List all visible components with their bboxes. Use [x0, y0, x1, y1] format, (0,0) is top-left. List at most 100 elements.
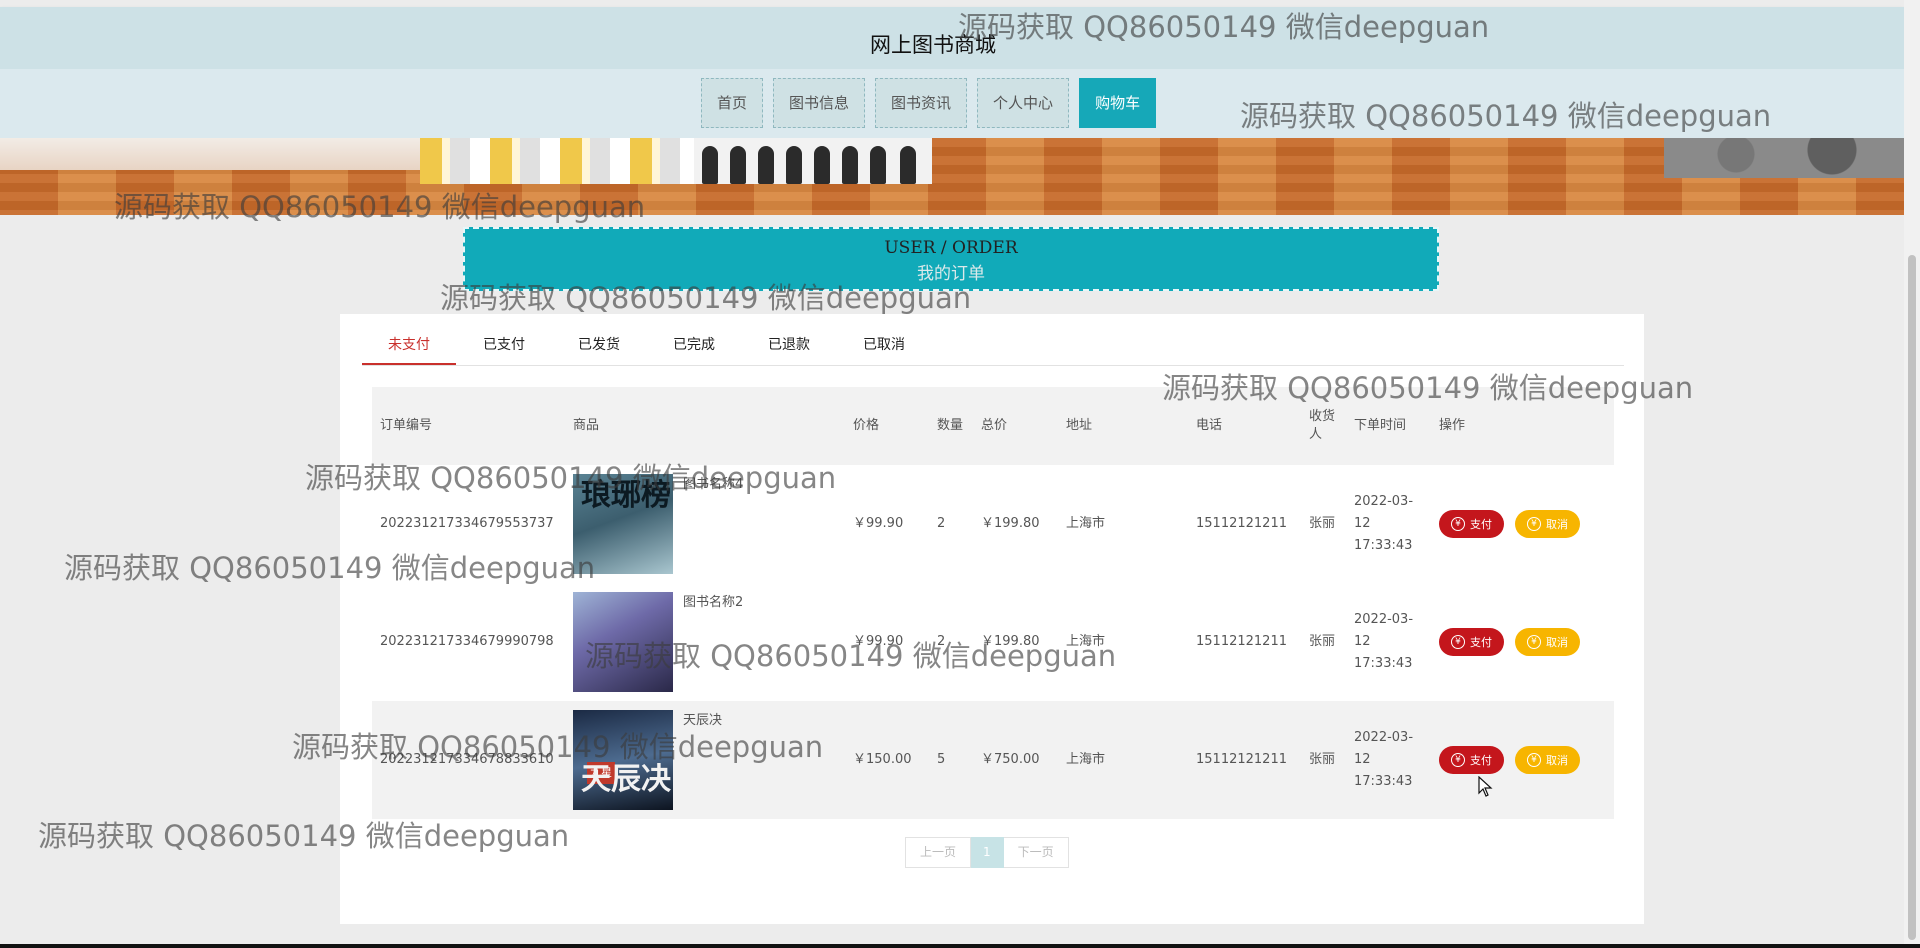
col-goods: 商品 — [565, 387, 845, 465]
receiver: 张丽 — [1301, 465, 1346, 583]
cancel-button[interactable]: ¥ 取消 — [1515, 510, 1580, 538]
pay-button-label: 支付 — [1470, 636, 1492, 649]
taskbar-edge — [0, 944, 1920, 948]
yen-icon: ¥ — [1527, 753, 1541, 767]
scrollbar-thumb[interactable] — [1908, 255, 1916, 940]
pay-button-label: 支付 — [1470, 518, 1492, 531]
rocks-image — [1664, 138, 1904, 178]
mouse-cursor-icon — [1478, 776, 1493, 797]
tab-cancelled[interactable]: 已取消 — [837, 334, 931, 364]
cancel-button[interactable]: ¥ 取消 — [1515, 746, 1580, 774]
nav-book-news[interactable]: 图书资讯 — [875, 78, 968, 128]
book-cover[interactable]: 琅琊榜 — [573, 474, 673, 574]
order-card: 未支付 已支付 已发货 已完成 已退款 已取消 订单编号 商品 价格 数量 总价… — [340, 314, 1644, 924]
address: 上海市 — [1058, 583, 1188, 701]
address: 上海市 — [1058, 701, 1188, 819]
pay-button[interactable]: ¥ 支付 — [1439, 628, 1504, 656]
tab-shipped[interactable]: 已发货 — [552, 334, 646, 364]
pay-button[interactable]: ¥ 支付 — [1439, 510, 1504, 538]
book-name: 图书名称2 — [683, 595, 744, 610]
book-cover-title: 天辰决 — [581, 762, 671, 797]
receiver: 张丽 — [1301, 583, 1346, 701]
order-time: 2022-03-12 17:33:43 — [1346, 583, 1431, 701]
order-time: 2022-03-12 17:33:43 — [1346, 465, 1431, 583]
pagination: 上一页 1 下一页 — [905, 837, 1069, 868]
book-cover[interactable] — [573, 592, 673, 692]
nav-home[interactable]: 首页 — [701, 78, 764, 128]
order-time: 2022-03-12 17:33:43 — [1346, 701, 1431, 819]
order-no: 20223121733467999079​8 — [372, 583, 565, 701]
nav-book-info[interactable]: 图书信息 — [773, 78, 866, 128]
main-nav: 首页 图书信息 图书资讯 个人中心 购物车 — [701, 78, 1157, 128]
quantity: 2 — [929, 583, 973, 701]
next-page-button[interactable]: 下一页 — [1003, 837, 1069, 868]
phone: 15112121211 — [1188, 583, 1301, 701]
books-image — [420, 138, 700, 184]
address: 上海市 — [1058, 465, 1188, 583]
price: ￥99.90 — [845, 465, 929, 583]
page-title-cn: 我的订单 — [917, 264, 985, 284]
col-time: 下单时间 — [1346, 387, 1431, 465]
yen-icon: ¥ — [1451, 635, 1465, 649]
nav-user-center[interactable]: 个人中心 — [977, 78, 1070, 128]
yen-icon: ¥ — [1527, 517, 1541, 531]
table-row: 20223121733467955373​7 琅琊榜 图书名称4 ￥99.90 … — [372, 465, 1614, 583]
page: 网上图书商城 首页 图书信息 图书资讯 个人中心 购物车 USER / ORDE… — [0, 0, 1904, 948]
table-header-row: 订单编号 商品 价格 数量 总价 地址 电话 收货人 下单时间 操作 — [372, 387, 1614, 465]
tab-completed[interactable]: 已完成 — [647, 334, 741, 364]
total: ￥199.80 — [973, 465, 1058, 583]
tab-unpaid[interactable]: 未支付 — [362, 334, 456, 365]
page-title-en: USER / ORDER — [884, 238, 1018, 258]
phone: 15112121211 — [1188, 701, 1301, 819]
book-name: 图书名称4 — [683, 477, 744, 492]
yen-icon: ¥ — [1527, 635, 1541, 649]
total: ￥199.80 — [973, 583, 1058, 701]
yen-icon: ¥ — [1451, 517, 1465, 531]
quantity: 2 — [929, 465, 973, 583]
table-row: 20223121733467999079​8 图书名称2 ￥99.90 2 ￥1… — [372, 583, 1614, 701]
page-number-current[interactable]: 1 — [971, 837, 1004, 868]
total: ￥750.00 — [973, 701, 1058, 819]
book-cover[interactable]: 九星 天辰决 — [573, 710, 673, 810]
col-total: 总价 — [973, 387, 1058, 465]
cancel-button-label: 取消 — [1546, 636, 1568, 649]
prev-page-button[interactable]: 上一页 — [905, 837, 972, 868]
col-phone: 电话 — [1188, 387, 1301, 465]
col-action: 操作 — [1431, 387, 1614, 465]
order-no: 20223121733467955373​7 — [372, 465, 565, 583]
people-image — [694, 138, 932, 184]
price: ￥99.90 — [845, 583, 929, 701]
cancel-button-label: 取消 — [1546, 754, 1568, 767]
goods-cell: 九星 天辰决 天辰决 — [573, 710, 837, 810]
goods-cell: 琅琊榜 图书名称4 — [573, 474, 837, 574]
goods-cell: 图书名称2 — [573, 592, 837, 692]
col-address: 地址 — [1058, 387, 1188, 465]
nav-cart[interactable]: 购物车 — [1079, 78, 1157, 128]
price: ￥150.00 — [845, 701, 929, 819]
col-price: 价格 — [845, 387, 929, 465]
col-order-no: 订单编号 — [372, 387, 565, 465]
cancel-button[interactable]: ¥ 取消 — [1515, 628, 1580, 656]
book-cover-title: 琅琊榜 — [581, 478, 671, 513]
top-header: 网上图书商城 — [0, 7, 1904, 69]
vertical-scrollbar[interactable] — [1904, 0, 1920, 948]
phone: 15112121211 — [1188, 465, 1301, 583]
tab-refunded[interactable]: 已退款 — [742, 334, 836, 364]
yen-icon: ¥ — [1451, 753, 1465, 767]
col-receiver: 收货人 — [1301, 387, 1346, 465]
order-status-tabs: 未支付 已支付 已发货 已完成 已退款 已取消 — [362, 314, 1624, 366]
book-name: 天辰决 — [683, 713, 723, 728]
site-title: 网上图书商城 — [870, 33, 996, 57]
col-qty: 数量 — [929, 387, 973, 465]
pay-button[interactable]: ¥ 支付 — [1439, 746, 1504, 774]
hero-banner — [0, 138, 1904, 215]
order-table: 订单编号 商品 价格 数量 总价 地址 电话 收货人 下单时间 操作 20223… — [372, 387, 1614, 819]
quantity: 5 — [929, 701, 973, 819]
pay-button-label: 支付 — [1470, 754, 1492, 767]
page-title: USER / ORDER 我的订单 — [463, 227, 1439, 291]
order-no: 20223121733467883361​0 — [372, 701, 565, 819]
tab-paid[interactable]: 已支付 — [457, 334, 551, 364]
table-row: 20223121733467883361​0 九星 天辰决 天辰决 ￥150.0… — [372, 701, 1614, 819]
cancel-button-label: 取消 — [1546, 518, 1568, 531]
receiver: 张丽 — [1301, 701, 1346, 819]
